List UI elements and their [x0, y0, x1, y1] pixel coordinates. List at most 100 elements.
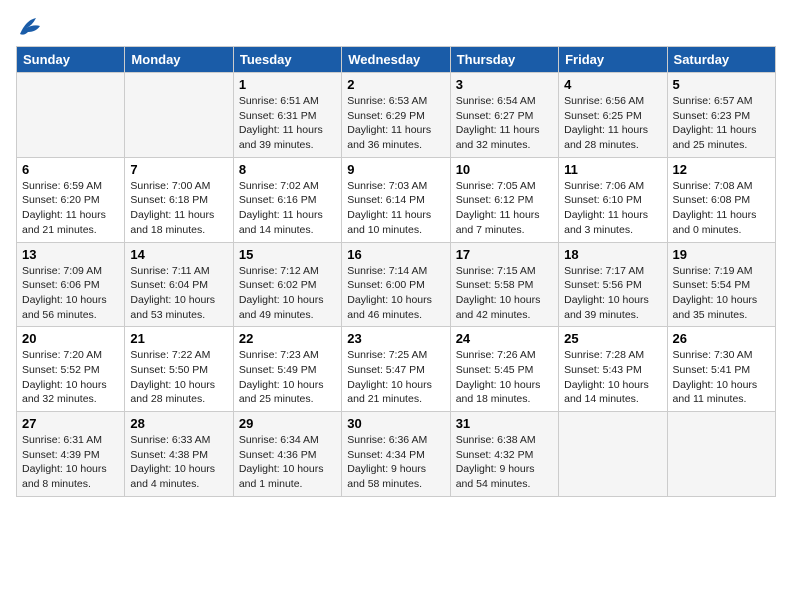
day-info: Sunrise: 6:34 AM Sunset: 4:36 PM Dayligh…: [239, 433, 336, 492]
day-info: Sunrise: 6:59 AM Sunset: 6:20 PM Dayligh…: [22, 179, 119, 238]
weekday-header: Friday: [559, 47, 667, 73]
weekday-header: Wednesday: [342, 47, 450, 73]
day-number: 28: [130, 416, 227, 431]
day-number: 6: [22, 162, 119, 177]
calendar-cell: [125, 73, 233, 158]
day-info: Sunrise: 7:02 AM Sunset: 6:16 PM Dayligh…: [239, 179, 336, 238]
day-number: 18: [564, 247, 661, 262]
day-info: Sunrise: 7:30 AM Sunset: 5:41 PM Dayligh…: [673, 348, 770, 407]
calendar-week-row: 13 Sunrise: 7:09 AM Sunset: 6:06 PM Dayli…: [17, 242, 776, 327]
calendar-cell: 1 Sunrise: 6:51 AM Sunset: 6:31 PM Daylig…: [233, 73, 341, 158]
calendar-cell: 13 Sunrise: 7:09 AM Sunset: 6:06 PM Dayli…: [17, 242, 125, 327]
day-info: Sunrise: 7:03 AM Sunset: 6:14 PM Dayligh…: [347, 179, 444, 238]
day-info: Sunrise: 6:53 AM Sunset: 6:29 PM Dayligh…: [347, 94, 444, 153]
day-number: 1: [239, 77, 336, 92]
calendar-week-row: 27Sunrise: 6:31 AM Sunset: 4:39 PM Dayli…: [17, 412, 776, 497]
calendar-cell: 18 Sunrise: 7:17 AM Sunset: 5:56 PM Dayli…: [559, 242, 667, 327]
calendar-cell: 5 Sunrise: 6:57 AM Sunset: 6:23 PM Daylig…: [667, 73, 775, 158]
day-number: 30: [347, 416, 444, 431]
weekday-header: Thursday: [450, 47, 558, 73]
day-info: Sunrise: 7:15 AM Sunset: 5:58 PM Dayligh…: [456, 264, 553, 323]
calendar-cell: 11 Sunrise: 7:06 AM Sunset: 6:10 PM Dayli…: [559, 157, 667, 242]
day-info: Sunrise: 7:25 AM Sunset: 5:47 PM Dayligh…: [347, 348, 444, 407]
day-number: 21: [130, 331, 227, 346]
weekday-header: Tuesday: [233, 47, 341, 73]
day-number: 9: [347, 162, 444, 177]
day-info: Sunrise: 6:36 AM Sunset: 4:34 PM Dayligh…: [347, 433, 444, 492]
day-info: Sunrise: 7:17 AM Sunset: 5:56 PM Dayligh…: [564, 264, 661, 323]
day-number: 14: [130, 247, 227, 262]
weekday-header: Sunday: [17, 47, 125, 73]
day-info: Sunrise: 7:00 AM Sunset: 6:18 PM Dayligh…: [130, 179, 227, 238]
day-number: 8: [239, 162, 336, 177]
day-number: 5: [673, 77, 770, 92]
day-number: 15: [239, 247, 336, 262]
day-info: Sunrise: 7:09 AM Sunset: 6:06 PM Dayligh…: [22, 264, 119, 323]
calendar-cell: 24 Sunrise: 7:26 AM Sunset: 5:45 PM Dayli…: [450, 327, 558, 412]
day-info: Sunrise: 6:54 AM Sunset: 6:27 PM Dayligh…: [456, 94, 553, 153]
calendar-week-row: 6 Sunrise: 6:59 AM Sunset: 6:20 PM Daylig…: [17, 157, 776, 242]
day-number: 10: [456, 162, 553, 177]
day-number: 7: [130, 162, 227, 177]
day-info: Sunrise: 7:22 AM Sunset: 5:50 PM Dayligh…: [130, 348, 227, 407]
calendar-cell: 22 Sunrise: 7:23 AM Sunset: 5:49 PM Dayli…: [233, 327, 341, 412]
day-number: 31: [456, 416, 553, 431]
calendar-cell: 14 Sunrise: 7:11 AM Sunset: 6:04 PM Dayli…: [125, 242, 233, 327]
day-info: Sunrise: 6:31 AM Sunset: 4:39 PM Dayligh…: [22, 433, 119, 492]
calendar-cell: [559, 412, 667, 497]
day-info: Sunrise: 6:51 AM Sunset: 6:31 PM Dayligh…: [239, 94, 336, 153]
day-info: Sunrise: 7:19 AM Sunset: 5:54 PM Dayligh…: [673, 264, 770, 323]
calendar-cell: 25 Sunrise: 7:28 AM Sunset: 5:43 PM Dayli…: [559, 327, 667, 412]
day-info: Sunrise: 7:06 AM Sunset: 6:10 PM Dayligh…: [564, 179, 661, 238]
calendar-cell: 9 Sunrise: 7:03 AM Sunset: 6:14 PM Daylig…: [342, 157, 450, 242]
calendar-cell: 7 Sunrise: 7:00 AM Sunset: 6:18 PM Daylig…: [125, 157, 233, 242]
calendar-cell: 15 Sunrise: 7:12 AM Sunset: 6:02 PM Dayli…: [233, 242, 341, 327]
calendar-cell: 28Sunrise: 6:33 AM Sunset: 4:38 PM Dayli…: [125, 412, 233, 497]
day-info: Sunrise: 6:57 AM Sunset: 6:23 PM Dayligh…: [673, 94, 770, 153]
calendar-cell: [667, 412, 775, 497]
day-info: Sunrise: 7:26 AM Sunset: 5:45 PM Dayligh…: [456, 348, 553, 407]
day-info: Sunrise: 6:38 AM Sunset: 4:32 PM Dayligh…: [456, 433, 553, 492]
day-info: Sunrise: 7:05 AM Sunset: 6:12 PM Dayligh…: [456, 179, 553, 238]
day-number: 23: [347, 331, 444, 346]
calendar-cell: 10 Sunrise: 7:05 AM Sunset: 6:12 PM Dayli…: [450, 157, 558, 242]
day-number: 20: [22, 331, 119, 346]
calendar-week-row: 1 Sunrise: 6:51 AM Sunset: 6:31 PM Daylig…: [17, 73, 776, 158]
calendar-cell: 17Sunrise: 7:15 AM Sunset: 5:58 PM Dayli…: [450, 242, 558, 327]
day-info: Sunrise: 7:12 AM Sunset: 6:02 PM Dayligh…: [239, 264, 336, 323]
calendar-cell: 21 Sunrise: 7:22 AM Sunset: 5:50 PM Dayli…: [125, 327, 233, 412]
calendar-cell: 4Sunrise: 6:56 AM Sunset: 6:25 PM Daylig…: [559, 73, 667, 158]
day-info: Sunrise: 7:11 AM Sunset: 6:04 PM Dayligh…: [130, 264, 227, 323]
day-info: Sunrise: 7:14 AM Sunset: 6:00 PM Dayligh…: [347, 264, 444, 323]
logo-icon: [16, 16, 44, 38]
day-number: 19: [673, 247, 770, 262]
calendar-cell: 2 Sunrise: 6:53 AM Sunset: 6:29 PM Daylig…: [342, 73, 450, 158]
day-number: 13: [22, 247, 119, 262]
day-info: Sunrise: 7:28 AM Sunset: 5:43 PM Dayligh…: [564, 348, 661, 407]
calendar-cell: 19 Sunrise: 7:19 AM Sunset: 5:54 PM Dayli…: [667, 242, 775, 327]
calendar-cell: 31 Sunrise: 6:38 AM Sunset: 4:32 PM Dayli…: [450, 412, 558, 497]
day-info: Sunrise: 7:20 AM Sunset: 5:52 PM Dayligh…: [22, 348, 119, 407]
day-number: 16: [347, 247, 444, 262]
day-number: 24: [456, 331, 553, 346]
calendar-cell: 29 Sunrise: 6:34 AM Sunset: 4:36 PM Dayli…: [233, 412, 341, 497]
day-info: Sunrise: 6:56 AM Sunset: 6:25 PM Dayligh…: [564, 94, 661, 153]
day-number: 2: [347, 77, 444, 92]
day-number: 12: [673, 162, 770, 177]
logo: [16, 16, 48, 38]
calendar-cell: 30 Sunrise: 6:36 AM Sunset: 4:34 PM Dayli…: [342, 412, 450, 497]
day-number: 22: [239, 331, 336, 346]
day-number: 29: [239, 416, 336, 431]
calendar-cell: 27Sunrise: 6:31 AM Sunset: 4:39 PM Dayli…: [17, 412, 125, 497]
weekday-header: Saturday: [667, 47, 775, 73]
calendar-cell: 26Sunrise: 7:30 AM Sunset: 5:41 PM Dayli…: [667, 327, 775, 412]
calendar-cell: 16 Sunrise: 7:14 AM Sunset: 6:00 PM Dayli…: [342, 242, 450, 327]
calendar-table: SundayMondayTuesdayWednesdayThursdayFrid…: [16, 46, 776, 497]
calendar-week-row: 20 Sunrise: 7:20 AM Sunset: 5:52 PM Dayli…: [17, 327, 776, 412]
calendar-cell: 8 Sunrise: 7:02 AM Sunset: 6:16 PM Daylig…: [233, 157, 341, 242]
day-info: Sunrise: 7:08 AM Sunset: 6:08 PM Dayligh…: [673, 179, 770, 238]
day-number: 25: [564, 331, 661, 346]
calendar-cell: 12 Sunrise: 7:08 AM Sunset: 6:08 PM Dayli…: [667, 157, 775, 242]
day-info: Sunrise: 7:23 AM Sunset: 5:49 PM Dayligh…: [239, 348, 336, 407]
day-number: 11: [564, 162, 661, 177]
